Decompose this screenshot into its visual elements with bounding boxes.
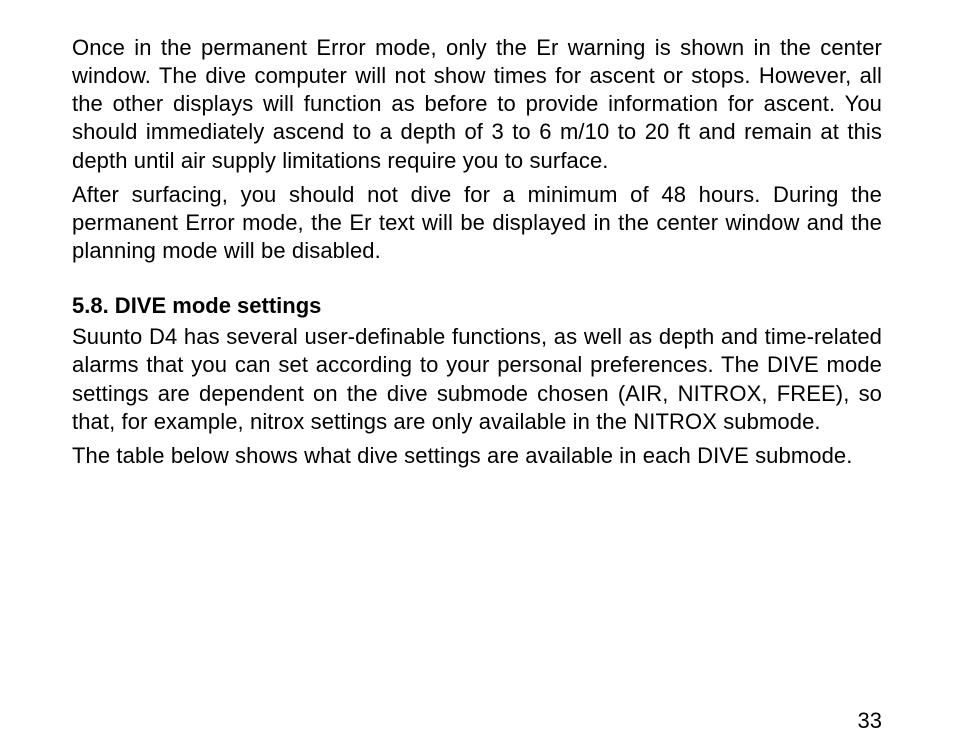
page: Once in the permanent Error mode, only t… [0, 0, 954, 756]
page-number: 33 [858, 708, 882, 734]
paragraph-2: After surfacing, you should not dive for… [72, 181, 882, 265]
paragraph-4: The table below shows what dive settings… [72, 442, 882, 470]
paragraph-1: Once in the permanent Error mode, only t… [72, 34, 882, 175]
paragraph-3: Suunto D4 has several user-definable fun… [72, 323, 882, 436]
section-heading: 5.8. DIVE mode settings [72, 293, 882, 319]
